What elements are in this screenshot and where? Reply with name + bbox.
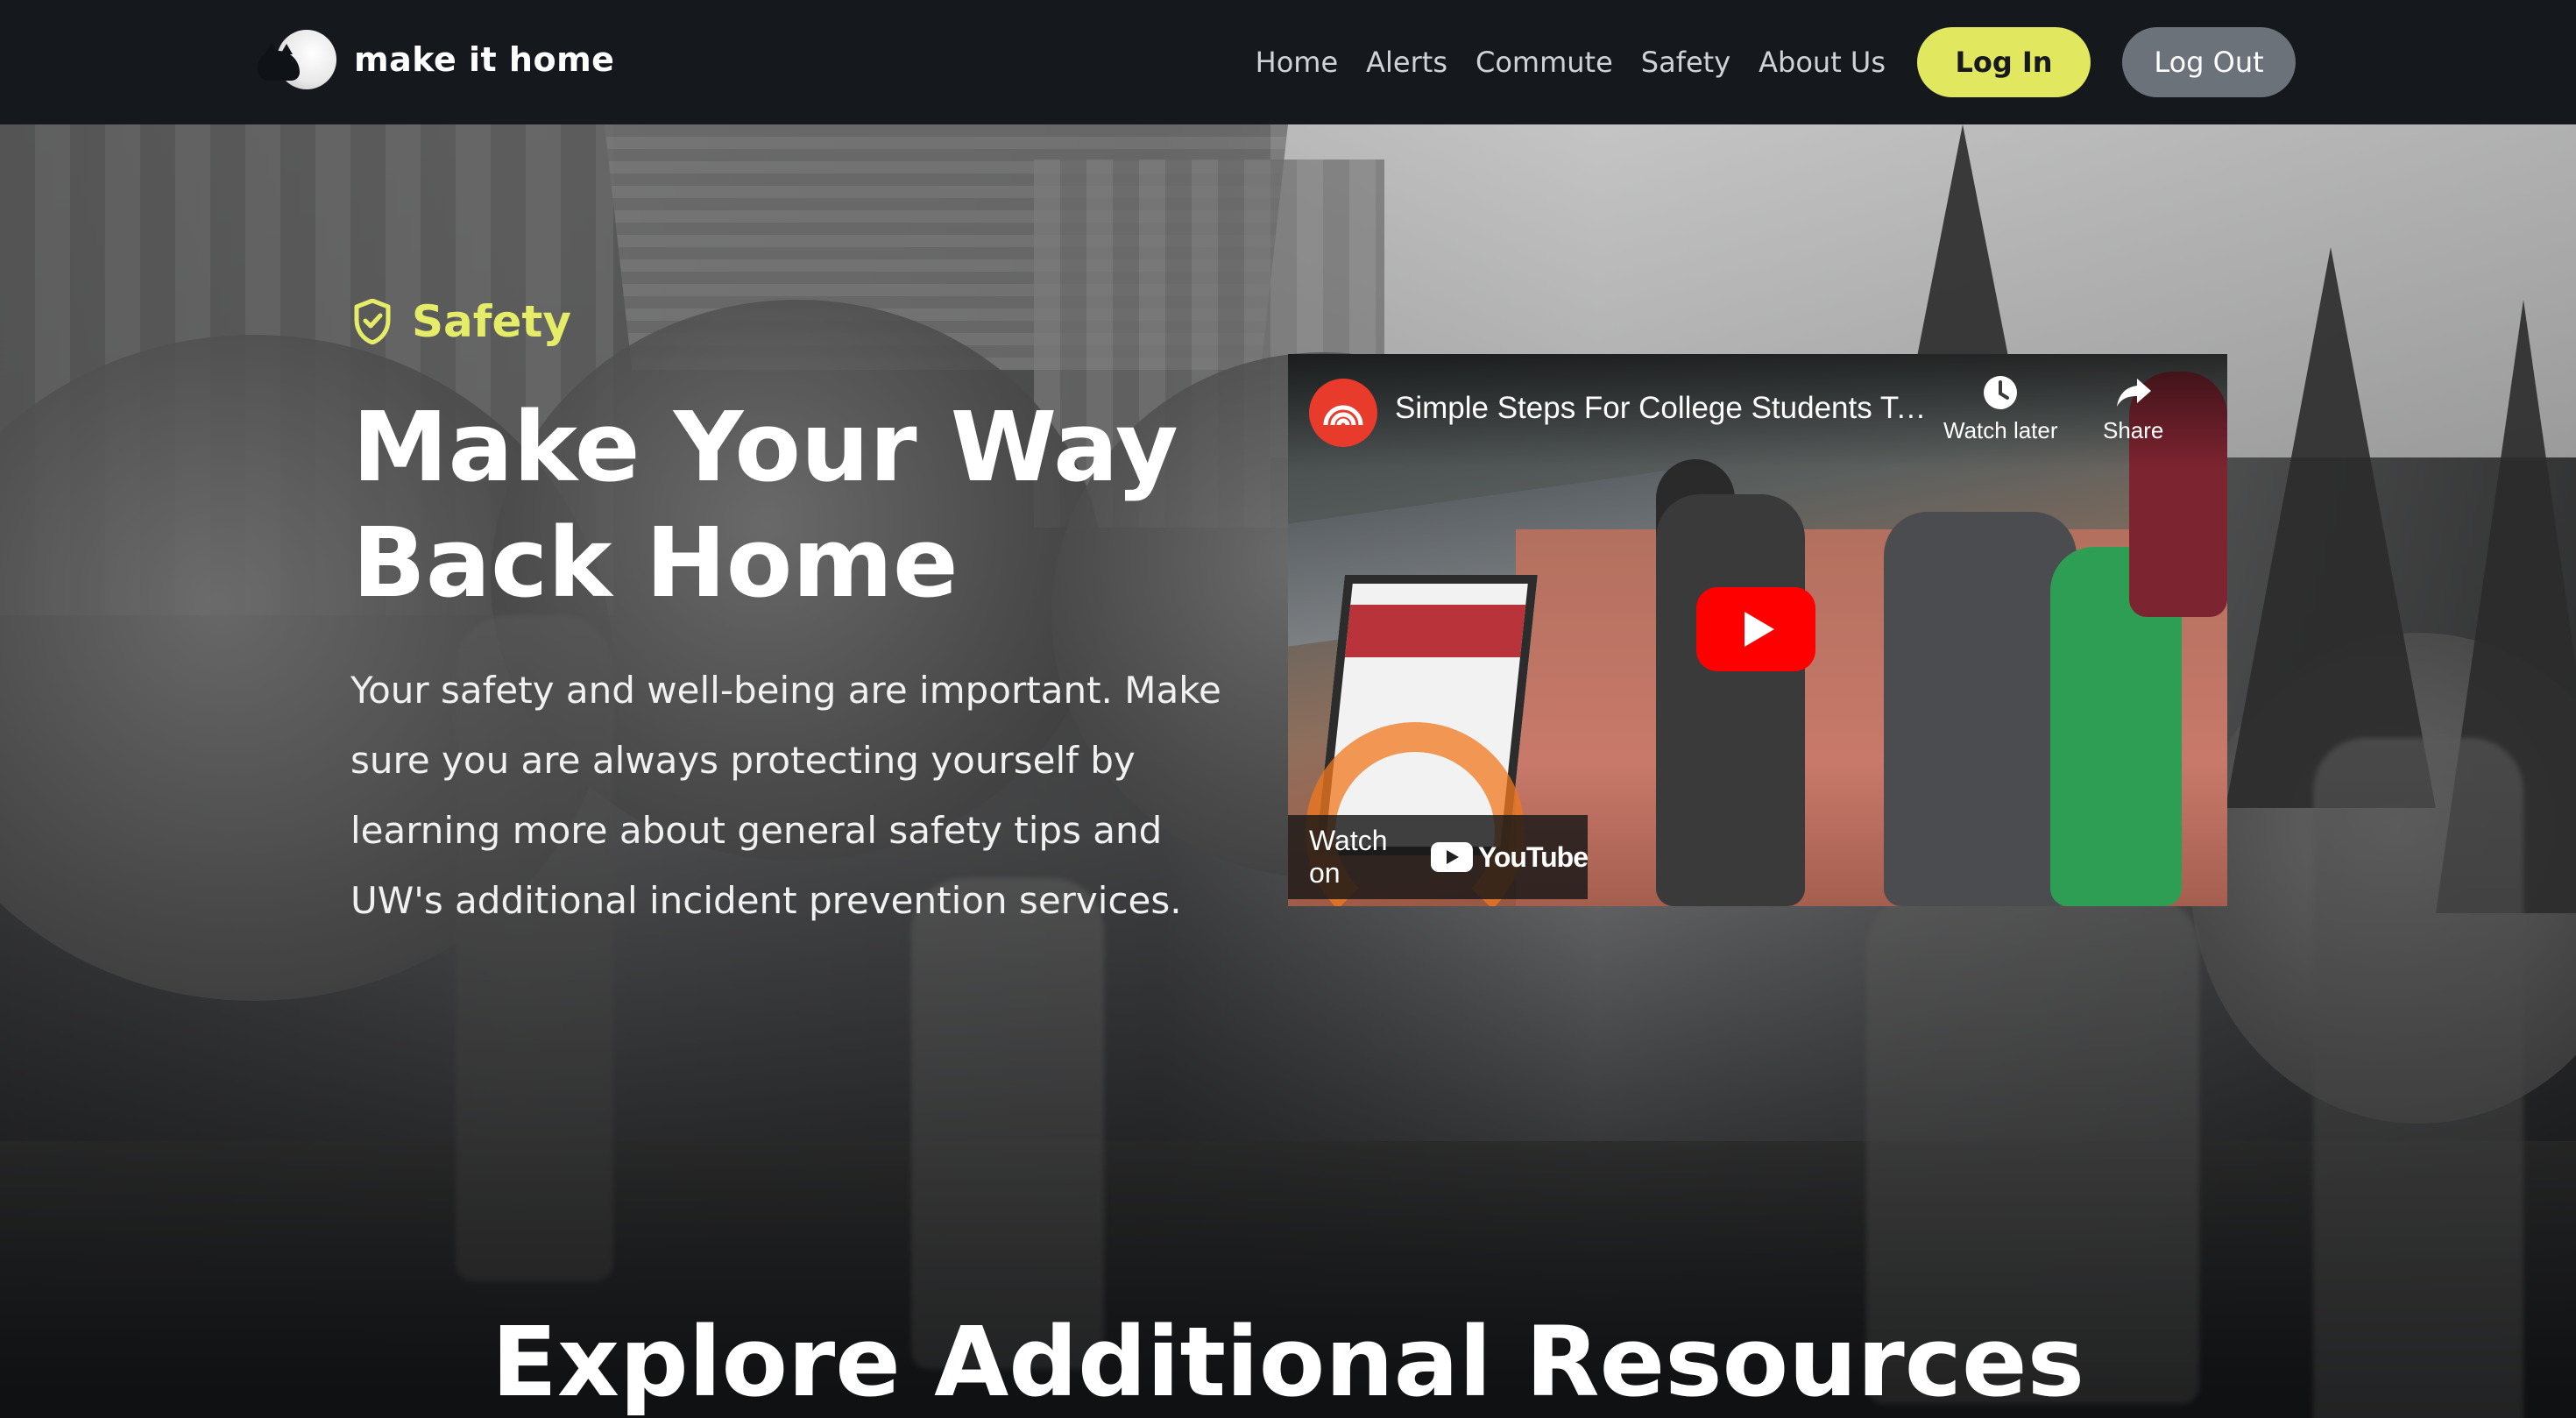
share-icon (2116, 379, 2151, 407)
section-tag-label: Safety (412, 296, 571, 347)
shield-icon (354, 299, 391, 344)
share-label: Share (2103, 417, 2164, 443)
channel-avatar[interactable] (1309, 379, 1377, 447)
nav-link-alerts[interactable]: Alerts (1366, 46, 1447, 79)
watch-later-button[interactable]: Watch later (1943, 373, 2058, 444)
background-person (911, 878, 1104, 1369)
nav-link-home[interactable]: Home (1256, 46, 1339, 79)
nav-link-about-us[interactable]: About Us (1759, 46, 1886, 79)
login-button[interactable]: Log In (1917, 27, 2091, 97)
nav-links: Home Alerts Commute Safety About Us Log … (1256, 0, 2576, 124)
youtube-play-icon (1430, 842, 1473, 872)
navbar: make it home Home Alerts Commute Safety … (0, 0, 2576, 124)
share-button[interactable]: Share (2103, 373, 2163, 444)
explore-heading: Explore Additional Resources (491, 1306, 2085, 1418)
hero-title: Make Your Way Back Home (352, 389, 1228, 620)
video-thumbnail-person (1884, 512, 2077, 906)
section-tag: Safety (354, 296, 571, 347)
watch-later-label: Watch later (1943, 417, 2058, 443)
play-button[interactable] (1696, 587, 1815, 671)
video-embed[interactable]: Simple Steps For College Students To Sta… (1288, 354, 2227, 906)
hero-title-line2: Back Home (352, 507, 959, 619)
brand[interactable]: make it home (256, 25, 614, 95)
today-rainbow-icon (1323, 405, 1363, 426)
hero-description: Your safety and well-being are important… (350, 669, 1221, 922)
hero-title-line1: Make Your Way (352, 391, 1178, 503)
moon-cat-logo-icon (256, 25, 336, 95)
logout-button[interactable]: Log Out (2122, 27, 2296, 97)
video-title[interactable]: Simple Steps For College Students To Sta… (1395, 391, 1938, 426)
video-thumbnail-person (1656, 494, 1805, 906)
youtube-wordmark: YouTube (1477, 840, 1589, 873)
play-icon (1744, 612, 1774, 647)
watch-on-label: Watch on (1309, 825, 1388, 889)
clock-icon (1984, 376, 2018, 409)
nav-link-safety[interactable]: Safety (1641, 46, 1730, 79)
brand-name: make it home (354, 40, 615, 79)
youtube-logo: YouTube (1430, 840, 1589, 874)
nav-link-commute[interactable]: Commute (1476, 46, 1613, 79)
watch-on-youtube-button[interactable]: Watch on YouTube (1288, 815, 1589, 899)
